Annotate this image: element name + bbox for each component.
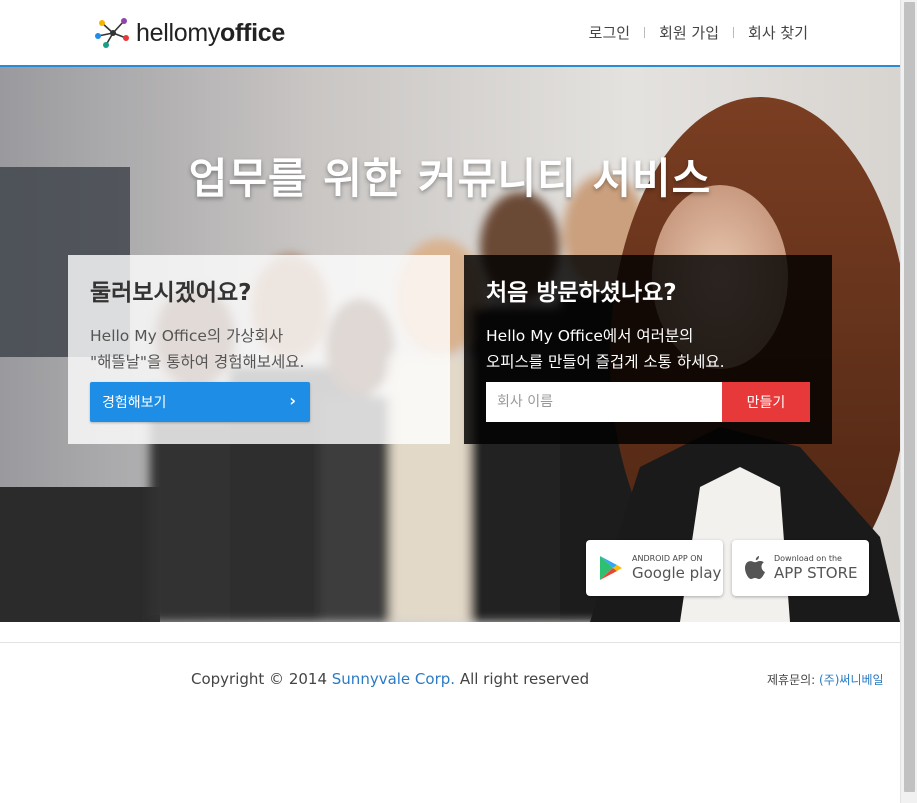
chevron-right-icon: › bbox=[289, 391, 296, 410]
google-badge-big-text: Google play bbox=[632, 564, 722, 582]
google-play-badge[interactable]: ANDROID APP ON Google play bbox=[586, 540, 723, 596]
google-play-icon bbox=[600, 556, 622, 580]
logo-text-bold: office bbox=[220, 18, 285, 47]
copyright-prefix: Copyright © 2014 bbox=[191, 670, 332, 688]
hero-title: 업무를 위한 커뮤니티 서비스 bbox=[188, 154, 712, 203]
tour-card: 둘러보시겠어요? Hello My Office의 가상회사 "해뜰날"을 통하… bbox=[68, 255, 450, 444]
hero-section: 업무를 위한 커뮤니티 서비스 둘러보시겠어요? Hello My Office… bbox=[0, 67, 900, 622]
create-company-button[interactable]: 만들기 bbox=[722, 382, 810, 422]
vertical-scrollbar[interactable] bbox=[900, 0, 917, 803]
nav-login-link[interactable]: 로그인 bbox=[589, 22, 630, 43]
site-footer: Copyright © 2014 Sunnyvale Corp. All rig… bbox=[0, 642, 900, 803]
copyright-suffix: All right reserved bbox=[455, 670, 590, 688]
apple-badge-small-text: Download on the bbox=[774, 554, 842, 563]
signup-card: 처음 방문하셨나요? Hello My Office에서 여러분의 오피스를 만… bbox=[464, 255, 832, 444]
partner-link[interactable]: (주)써니베일 bbox=[819, 673, 884, 687]
signup-card-heading: 처음 방문하셨나요? bbox=[486, 280, 677, 306]
app-store-badge[interactable]: Download on the APP STORE bbox=[732, 540, 869, 596]
copyright-text: Copyright © 2014 Sunnyvale Corp. All rig… bbox=[191, 670, 589, 688]
company-link[interactable]: Sunnyvale Corp. bbox=[332, 670, 455, 688]
signup-card-text-line1: Hello My Office에서 여러분의 bbox=[486, 327, 694, 345]
top-nav: 로그인 회원 가입 회사 찾기 bbox=[589, 22, 808, 43]
tour-card-text-line1: Hello My Office의 가상회사 bbox=[90, 327, 284, 345]
logo-network-icon bbox=[95, 18, 129, 48]
scrollbar-thumb[interactable] bbox=[904, 2, 915, 792]
apple-icon bbox=[745, 556, 765, 579]
nav-divider bbox=[644, 27, 646, 38]
tour-card-text-line2: "해뜰날"을 통하여 경험해보세요. bbox=[90, 353, 305, 371]
create-company-form: 만들기 bbox=[486, 382, 810, 422]
google-badge-small-text: ANDROID APP ON bbox=[632, 554, 703, 563]
google-play-badge-text: ANDROID APP ON Google play bbox=[632, 554, 721, 582]
partner-label: 제휴문의: bbox=[767, 673, 820, 687]
try-demo-button-label: 경험해보기 bbox=[102, 395, 167, 411]
nav-find-company-link[interactable]: 회사 찾기 bbox=[748, 22, 808, 43]
app-store-badge-text: Download on the APP STORE bbox=[774, 554, 858, 582]
tour-card-heading: 둘러보시겠어요? bbox=[90, 280, 252, 306]
try-demo-button[interactable]: 경험해보기 › bbox=[90, 382, 310, 422]
site-header: hellomyoffice 로그인 회원 가입 회사 찾기 bbox=[0, 0, 900, 67]
company-name-input[interactable] bbox=[486, 382, 722, 422]
page: hellomyoffice 로그인 회원 가입 회사 찾기 업무를 위한 커뮤니… bbox=[0, 0, 900, 803]
nav-signup-link[interactable]: 회원 가입 bbox=[659, 22, 719, 43]
logo-wordmark: hellomyoffice bbox=[136, 19, 285, 48]
partnership-inquiry: 제휴문의: (주)써니베일 bbox=[767, 671, 884, 688]
signup-card-text-line2: 오피스를 만들어 즐겁게 소통 하세요. bbox=[486, 353, 725, 371]
logo[interactable]: hellomyoffice bbox=[93, 16, 285, 50]
logo-text-light: hellomy bbox=[136, 18, 221, 47]
nav-divider bbox=[733, 27, 735, 38]
apple-badge-big-text: APP STORE bbox=[774, 564, 858, 582]
